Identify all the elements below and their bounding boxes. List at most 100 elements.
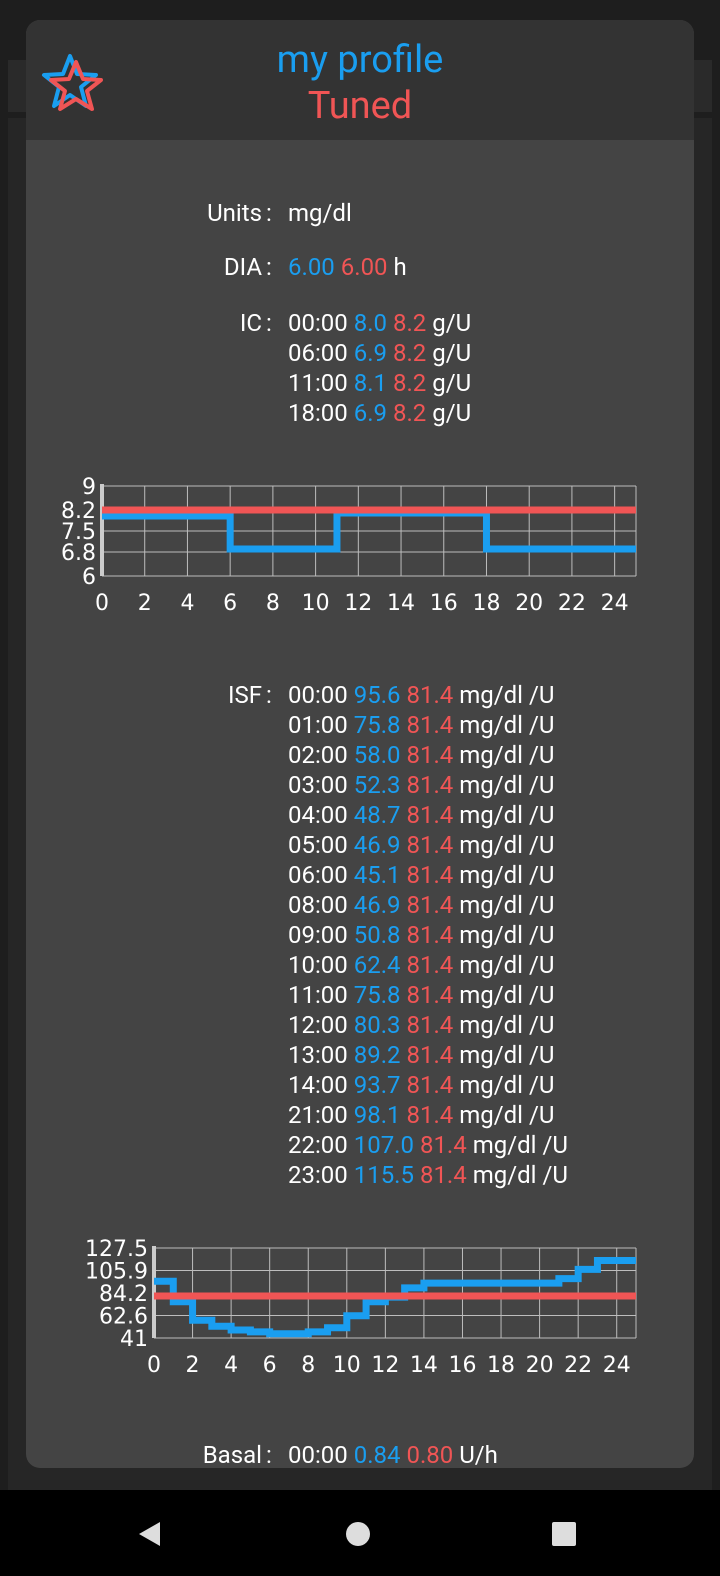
dia-unit: h — [393, 253, 407, 281]
isf-row: 11:00 75.8 81.4 mg/dl /U — [288, 980, 554, 1010]
isf-row: 00:00 95.6 81.4 mg/dl /U — [288, 680, 554, 710]
isf-row: 10:00 62.4 81.4 mg/dl /U — [288, 950, 554, 980]
isf-time: 12:00 — [288, 1011, 348, 1039]
dia-values: 6.00 6.00 h — [288, 252, 407, 282]
y-tick-label: 41 — [120, 1327, 148, 1352]
x-tick-label: 10 — [302, 591, 330, 616]
isf-unit: mg/dl /U — [472, 1161, 568, 1189]
dia-tuned-value: 6.00 — [340, 253, 388, 281]
isf-tuned-value: 81.4 — [406, 711, 454, 739]
recents-icon[interactable] — [544, 1514, 584, 1554]
isf-unit: mg/dl /U — [459, 711, 555, 739]
ic-row: 11:00 8.1 8.2 g/U — [288, 368, 471, 398]
isf-tuned-value: 81.4 — [406, 861, 454, 889]
ic-unit: g/U — [432, 369, 472, 397]
separator: : — [266, 199, 272, 227]
x-tick-label: 16 — [448, 1353, 476, 1378]
ic-profile-value: 8.0 — [353, 309, 388, 337]
isf-unit: mg/dl /U — [459, 1041, 555, 1069]
ic-row: 18:00 6.9 8.2 g/U — [288, 398, 471, 428]
x-tick-label: 8 — [301, 1353, 315, 1378]
isf-tuned-value: 81.4 — [406, 1011, 454, 1039]
x-tick-label: 10 — [333, 1353, 361, 1378]
x-tick-label: 6 — [263, 1353, 277, 1378]
isf-unit: mg/dl /U — [459, 681, 555, 709]
isf-unit: mg/dl /U — [459, 861, 555, 889]
x-tick-label: 20 — [515, 591, 543, 616]
isf-row: 06:00 45.1 81.4 mg/dl /U — [288, 860, 554, 890]
isf-time: 06:00 — [288, 861, 348, 889]
basal-profile-value: 0.84 — [353, 1441, 401, 1468]
isf-time: 01:00 — [288, 711, 348, 739]
isf-row: 14:00 93.7 81.4 mg/dl /U — [288, 1070, 554, 1100]
isf-chart: 127.5105.984.262.6410 2 4 6 8 10 12 14 16 18 20 22 2… — [85, 1237, 637, 1378]
isf-profile-value: 75.8 — [353, 981, 401, 1009]
isf-unit: mg/dl /U — [459, 801, 555, 829]
y-tick-label: 62.6 — [99, 1305, 148, 1330]
isf-unit: mg/dl /U — [459, 741, 555, 769]
x-tick-label: 18 — [472, 591, 500, 616]
y-tick-label: 105.9 — [85, 1259, 148, 1284]
ic-profile-value: 8.1 — [353, 369, 388, 397]
dialog-subtitle: Tuned — [307, 84, 413, 128]
x-tick-label: 2 — [138, 591, 152, 616]
isf-profile-value: 45.1 — [353, 861, 401, 889]
isf-tuned-value: 81.4 — [419, 1131, 467, 1159]
x-tick-label: 18 — [487, 1353, 515, 1378]
isf-row: 22:00 107.0 81.4 mg/dl /U — [288, 1130, 568, 1160]
x-tick-label: 24 — [601, 591, 629, 616]
basal-time: 00:00 — [288, 1441, 348, 1468]
ic-time: 06:00 — [288, 339, 348, 367]
isf-tuned-value: 81.4 — [406, 741, 454, 769]
isf-time: 22:00 — [288, 1131, 348, 1159]
basal-tuned-value: 0.80 — [406, 1441, 454, 1468]
x-tick-label: 12 — [344, 591, 372, 616]
isf-unit: mg/dl /U — [472, 1131, 568, 1159]
isf-time: 05:00 — [288, 831, 348, 859]
back-icon[interactable] — [130, 1514, 170, 1554]
isf-row: 08:00 46.9 81.4 mg/dl /U — [288, 890, 554, 920]
isf-profile-value: 50.8 — [353, 921, 401, 949]
isf-unit: mg/dl /U — [459, 921, 555, 949]
x-tick-label: 14 — [410, 1353, 438, 1378]
x-tick-label: 2 — [186, 1353, 200, 1378]
x-tick-label: 24 — [603, 1353, 631, 1378]
isf-time: 08:00 — [288, 891, 348, 919]
ic-label: IC — [239, 309, 262, 337]
x-tick-label: 4 — [180, 591, 194, 616]
basal-label: Basal — [202, 1441, 262, 1468]
x-tick-label: 22 — [564, 1353, 592, 1378]
isf-row: 21:00 98.1 81.4 mg/dl /U — [288, 1100, 554, 1130]
navigation-bar — [0, 1490, 720, 1576]
y-tick-label: 127.5 — [85, 1237, 148, 1262]
ic-unit: g/U — [432, 399, 472, 427]
ic-tuned-value: 8.2 — [392, 339, 427, 367]
isf-time: 10:00 — [288, 951, 348, 979]
isf-profile-value: 52.3 — [353, 771, 401, 799]
isf-tuned-value: 81.4 — [406, 891, 454, 919]
isf-time: 23:00 — [288, 1161, 348, 1189]
isf-tuned-value: 81.4 — [406, 951, 454, 979]
ic-tuned-value: 8.2 — [392, 399, 427, 427]
ic-time: 00:00 — [288, 309, 348, 337]
isf-row: 13:00 89.2 81.4 mg/dl /U — [288, 1040, 554, 1070]
isf-unit: mg/dl /U — [459, 771, 555, 799]
isf-profile-value: 46.9 — [353, 891, 401, 919]
dia-label: DIA — [223, 253, 262, 281]
units-value: mg/dl — [288, 199, 352, 227]
isf-tuned-value: 81.4 — [406, 801, 454, 829]
isf-profile-value: 93.7 — [353, 1071, 401, 1099]
separator: : — [266, 681, 272, 709]
ic-unit: g/U — [432, 339, 472, 367]
x-tick-label: 12 — [371, 1353, 399, 1378]
isf-tuned-value: 81.4 — [419, 1161, 467, 1189]
isf-profile-value: 89.2 — [353, 1041, 401, 1069]
basal-row: 00:00 0.84 0.80 U/h — [288, 1440, 498, 1468]
isf-profile-value: 80.3 — [353, 1011, 401, 1039]
x-tick-label: 0 — [95, 591, 109, 616]
isf-tuned-value: 81.4 — [406, 1101, 454, 1129]
isf-profile-value: 107.0 — [353, 1131, 414, 1159]
isf-profile-value: 98.1 — [353, 1101, 401, 1129]
home-icon[interactable] — [338, 1514, 378, 1554]
isf-unit: mg/dl /U — [459, 951, 555, 979]
